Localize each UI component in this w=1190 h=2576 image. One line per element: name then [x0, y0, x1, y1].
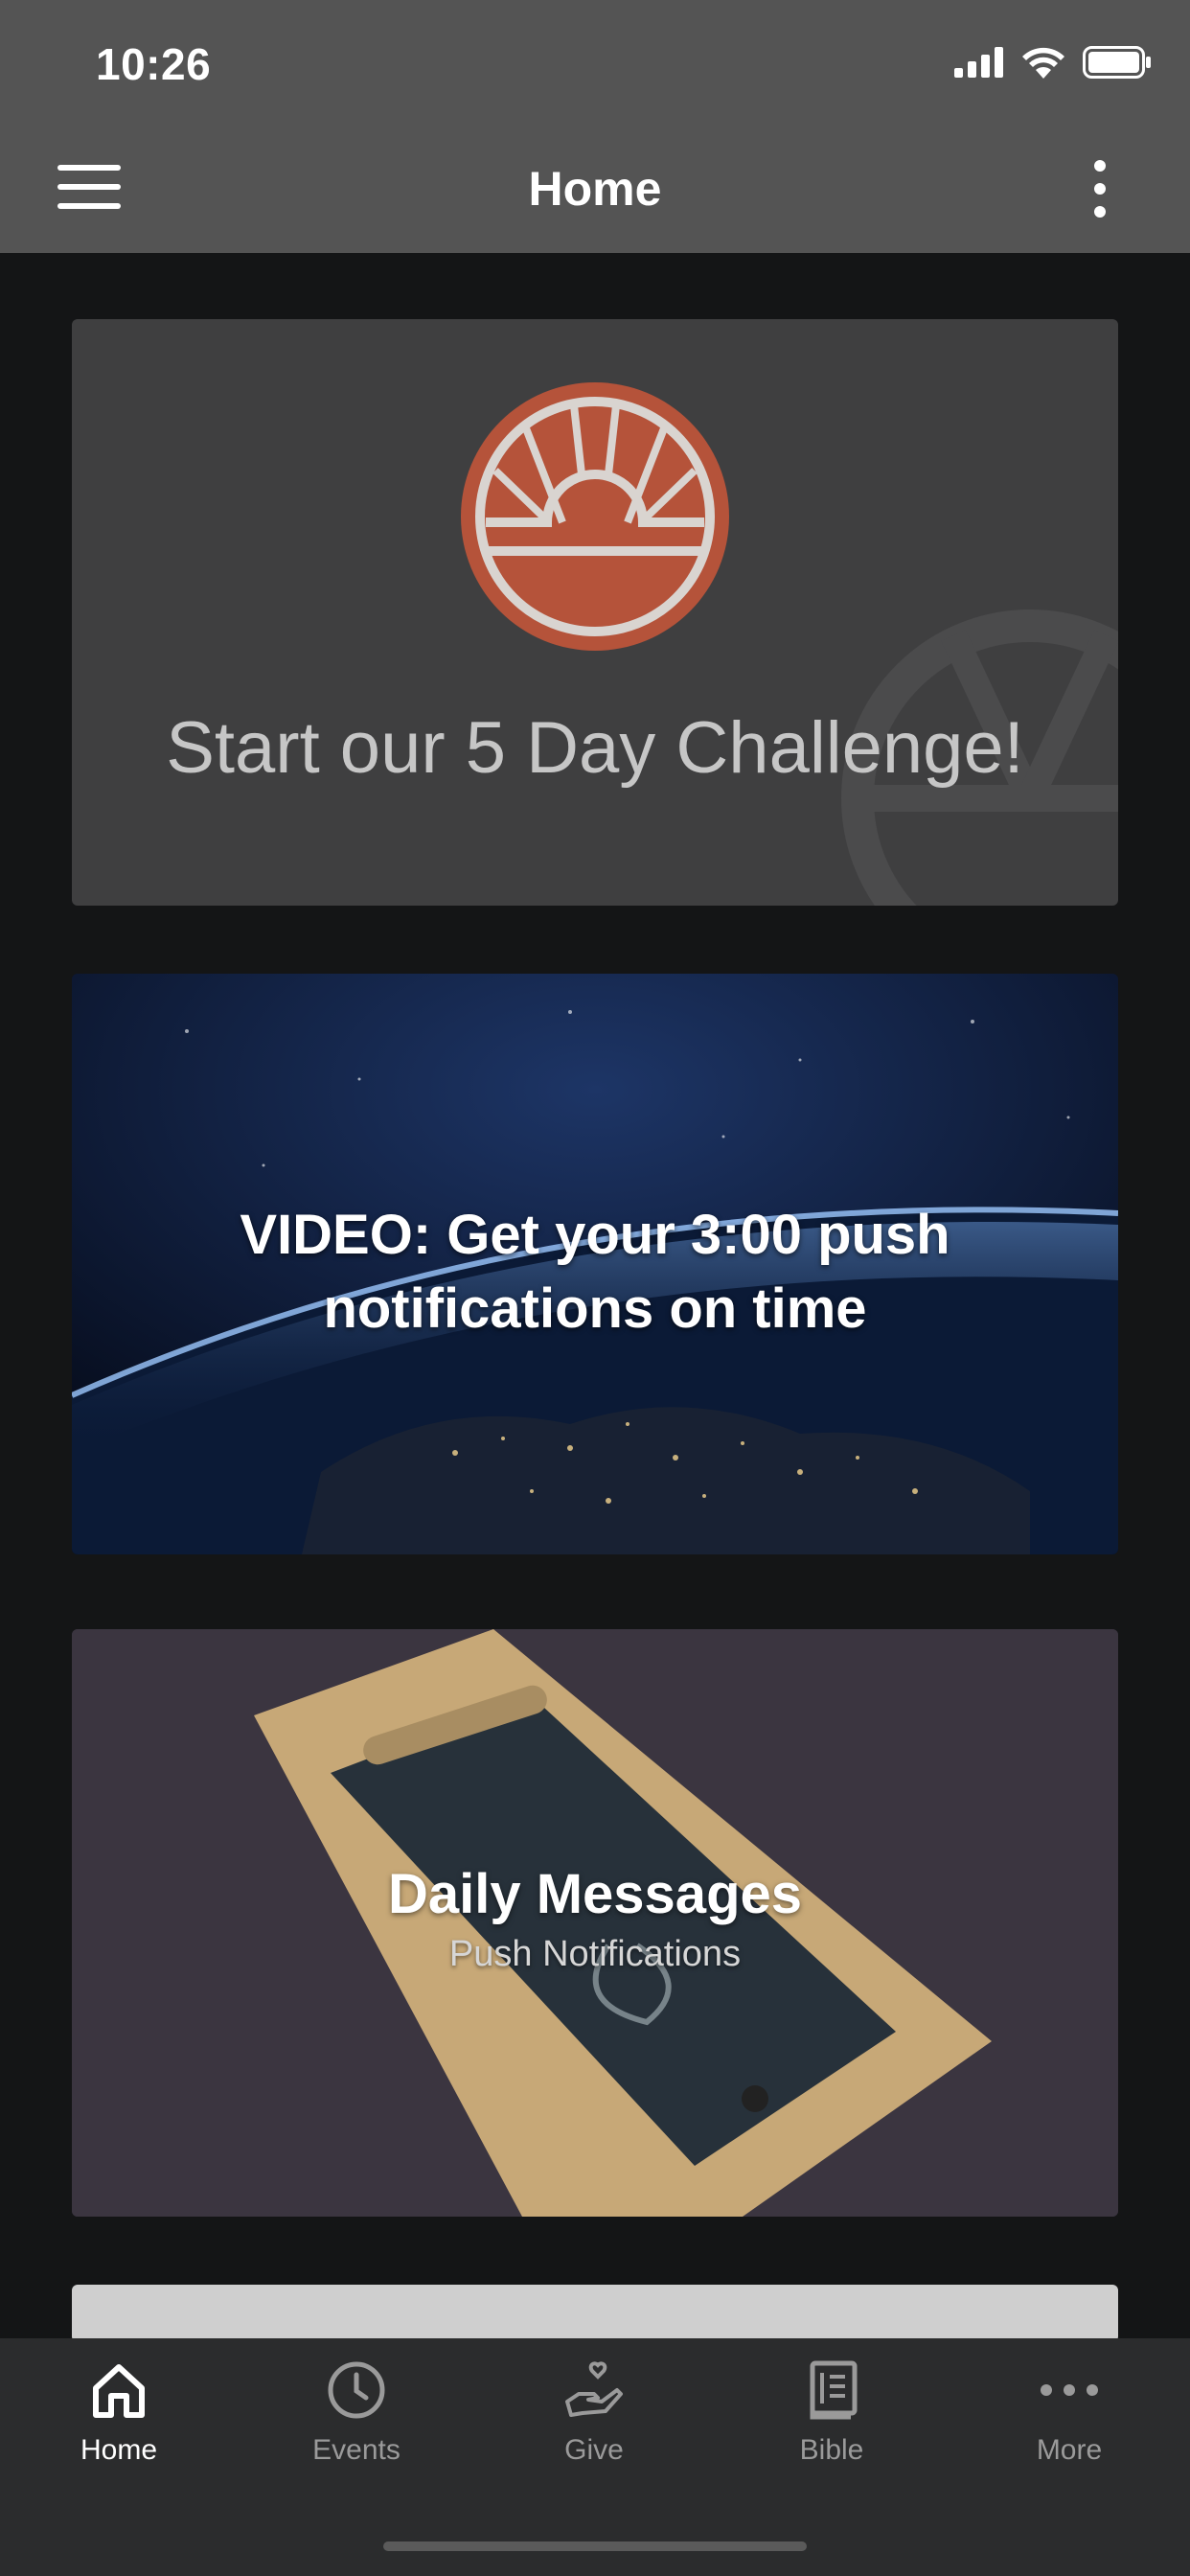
wifi-icon: [1022, 47, 1064, 79]
tab-bar: Home Events Give Bible More: [0, 2338, 1190, 2576]
more-dots-icon: [1041, 2384, 1098, 2396]
tab-bible[interactable]: Bible: [736, 2359, 927, 2494]
status-icons: [954, 46, 1152, 79]
daily-messages-card[interactable]: Daily Messages Push Notifications: [72, 1629, 1118, 2217]
video-card[interactable]: VIDEO: Get your 3:00 push notifications …: [72, 974, 1118, 1554]
sunrise-logo-icon: [461, 382, 729, 651]
tab-more[interactable]: More: [973, 2359, 1165, 2494]
status-time: 10:26: [96, 39, 212, 89]
tab-home[interactable]: Home: [23, 2359, 215, 2494]
give-hand-heart-icon: [565, 2361, 623, 2417]
daily-messages-title: Daily Messages: [387, 1863, 803, 1925]
top-bar: 10:26 Home: [0, 0, 1190, 253]
tab-bible-label: Bible: [799, 2434, 864, 2466]
tab-give-label: Give: [564, 2434, 624, 2466]
challenge-card[interactable]: Start our 5 Day Challenge!: [72, 319, 1118, 906]
tab-more-label: More: [1036, 2434, 1103, 2466]
partial-card[interactable]: [72, 2285, 1118, 2342]
signal-icon: [954, 47, 1003, 78]
tab-give[interactable]: Give: [498, 2359, 690, 2494]
challenge-title: Start our 5 Day Challenge!: [166, 707, 1024, 789]
page-title: Home: [528, 162, 662, 216]
home-icon: [93, 2364, 145, 2418]
book-icon: [810, 2360, 858, 2420]
clock-icon: [328, 2361, 385, 2419]
daily-messages-subtitle: Push Notifications: [448, 1934, 742, 1974]
more-options-icon[interactable]: [1083, 157, 1117, 220]
tab-events-label: Events: [312, 2434, 400, 2466]
video-title: VIDEO: Get your 3:00 push notifications …: [240, 1204, 950, 1340]
tab-events[interactable]: Events: [261, 2359, 452, 2494]
battery-icon: [1083, 46, 1151, 79]
home-indicator: [383, 2542, 807, 2551]
tab-home-label: Home: [80, 2434, 158, 2466]
